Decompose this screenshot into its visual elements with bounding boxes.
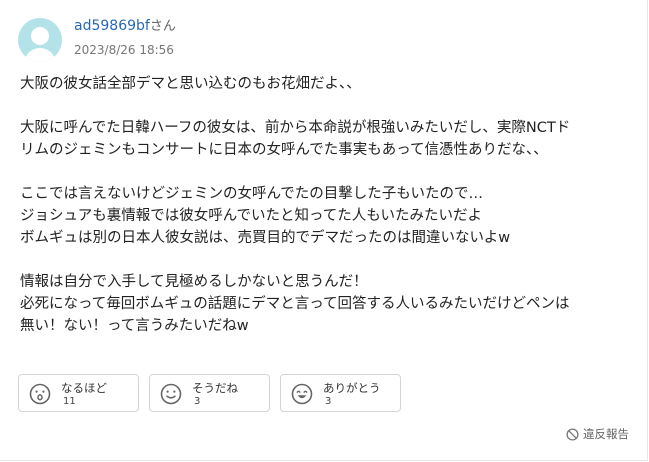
comment-line: 大阪の彼女話全部デマと思い込むのもお花畑だよ、、 xyxy=(20,76,361,92)
prohibited-icon xyxy=(566,427,579,441)
author-row: ad59869bfさん xyxy=(74,17,176,36)
reaction-label: そうだね xyxy=(192,381,238,395)
avatar-head-shape xyxy=(31,27,49,45)
avatar[interactable] xyxy=(18,18,62,62)
reaction-label: なるほど xyxy=(61,381,107,395)
reaction-count: 3 xyxy=(325,396,332,407)
comment-line: 無い！ない！って言うみたいだねw xyxy=(20,318,249,334)
happy-face-icon xyxy=(291,383,313,405)
comment-line: 必死になって毎回ボムギュの話題にデマと言って回答する人いるみたいだけどペンは xyxy=(20,296,570,312)
username-suffix: さん xyxy=(149,19,176,34)
reaction-label: ありがとう xyxy=(323,381,381,395)
surprised-face-icon xyxy=(29,383,51,405)
reaction-soudane-button[interactable]: そうだね 3 xyxy=(149,374,270,412)
comment-line: リムのジェミンもコンサートに日本の女呼んでた事実もあって信憑性ありだな、、 xyxy=(20,142,548,158)
username-link[interactable]: ad59869bf xyxy=(74,18,150,34)
comment-line: 大阪に呼んでた日韓ハーフの彼女は、前から本命説が根強いみたいだし、実際NCTド xyxy=(20,120,571,136)
reaction-naruhodo-button[interactable]: なるほど 11 xyxy=(18,374,139,412)
reaction-count: 3 xyxy=(194,396,201,407)
report-link[interactable]: 違反報告 xyxy=(566,426,629,442)
reaction-count: 11 xyxy=(63,396,76,407)
neutral-smile-face-icon xyxy=(160,383,182,405)
comment-line: ジョシュアも裏情報では彼女呼んでいたと知ってた人もいたみたいだよ xyxy=(20,208,482,224)
comment-body: 大阪の彼女話全部デマと思い込むのもお花畑だよ、、 大阪に呼んでた日韓ハーフの彼女… xyxy=(20,73,640,337)
comment-line: ここでは言えないけどジェミンの女呼んでたの目撃した子もいたので… xyxy=(20,186,483,202)
comment-card: ad59869bfさん 2023/8/26 18:56 大阪の彼女話全部デマと思… xyxy=(0,0,648,461)
comment-line: 情報は自分で入手して見極めるしかないと思うんだ！ xyxy=(20,274,368,290)
comment-line: ボムギュは別の日本人彼女説は、売買目的でデマだったのは間違いないよw xyxy=(20,230,511,246)
reaction-arigatou-button[interactable]: ありがとう 3 xyxy=(280,374,401,412)
post-timestamp: 2023/8/26 18:56 xyxy=(74,43,174,57)
reaction-bar: なるほど 11 そうだね 3 ありがとう 3 xyxy=(18,374,401,412)
avatar-body-shape xyxy=(24,48,56,62)
report-label: 違反報告 xyxy=(583,427,629,441)
